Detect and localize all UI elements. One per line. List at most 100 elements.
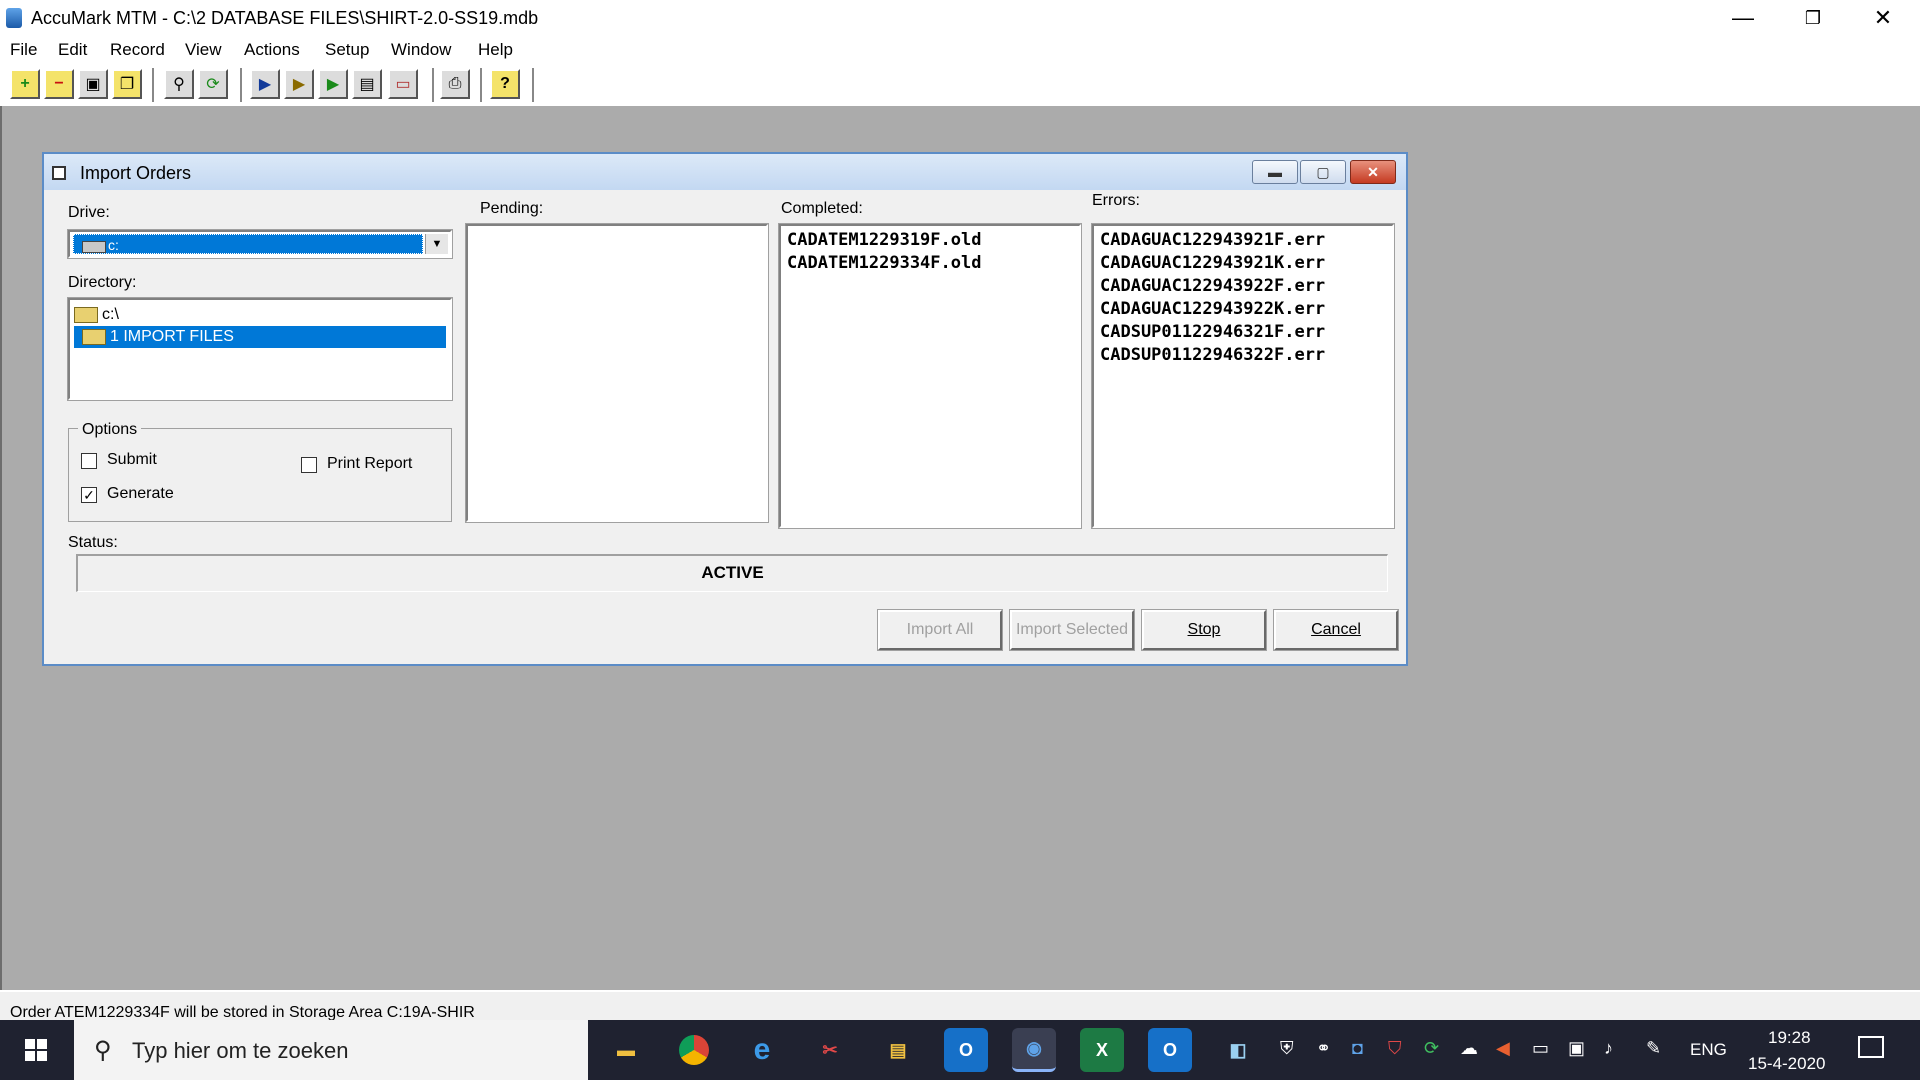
menu-help[interactable]: Help [478, 40, 513, 60]
list-item[interactable]: CADAGUAC122943922K.err [1100, 299, 1325, 319]
generate-checkbox[interactable]: ✓ [81, 487, 97, 503]
status-label: Status: [68, 534, 118, 551]
save-icon[interactable]: ▣ [78, 69, 108, 99]
delete-record-icon[interactable]: − [44, 69, 74, 99]
minimize-button[interactable]: — [1712, 0, 1774, 36]
refresh-icon[interactable]: ⟳ [198, 69, 228, 99]
pen-icon[interactable]: ✎ [1646, 1038, 1661, 1059]
network-icon[interactable]: ▣ [1568, 1038, 1585, 1059]
app-status-bar: Order ATEM1229334F will be stored in Sto… [0, 990, 1920, 1022]
import-selected-button[interactable]: Import Selected [1009, 609, 1135, 651]
play-icon[interactable]: ▶ [250, 69, 280, 99]
menu-setup[interactable]: Setup [325, 40, 369, 60]
close-button[interactable]: ✕ [1852, 0, 1914, 36]
help-icon[interactable]: ? [490, 69, 520, 99]
taskbar-search[interactable]: ⚲ Typ hier om te zoeken [74, 1020, 588, 1080]
completed-label: Completed: [781, 200, 863, 217]
dialog-title-bar[interactable]: Import Orders ▬ ▢ ✕ [44, 154, 1406, 190]
errors-label: Errors: [1092, 192, 1140, 209]
drive-value: c: [73, 234, 423, 254]
app-icon [6, 8, 22, 28]
volume-icon[interactable]: ♪ [1604, 1038, 1613, 1059]
cancel-button[interactable]: Cancel [1273, 609, 1399, 651]
import-all-button[interactable]: Import All [877, 609, 1003, 651]
print-report-label[interactable]: Print Report [327, 455, 412, 473]
search-icon: ⚲ [94, 1037, 112, 1064]
drive-label: Drive: [68, 204, 110, 221]
cloud-icon[interactable]: ☁ [1460, 1038, 1478, 1059]
menu-view[interactable]: View [185, 40, 222, 60]
errors-list[interactable]: CADAGUAC122943921F.err CADAGUAC122943921… [1091, 223, 1395, 529]
menu-actions[interactable]: Actions [244, 40, 300, 60]
submit-label[interactable]: Submit [107, 451, 157, 469]
windows-logo-icon [25, 1039, 47, 1061]
directory-list[interactable]: c:\ 1 IMPORT FILES [67, 297, 453, 401]
menu-bar: File Edit Record View Actions Setup Wind… [0, 36, 1920, 64]
pending-label: Pending: [480, 200, 544, 217]
toolbar-separator [532, 68, 534, 102]
outlook-icon[interactable]: O [944, 1028, 988, 1072]
file-explorer-icon[interactable]: ▬ [604, 1028, 648, 1072]
print-report-checkbox[interactable] [301, 457, 317, 473]
list-item[interactable]: CADSUP01122946322F.err [1100, 345, 1325, 365]
menu-window[interactable]: Window [391, 40, 451, 60]
start-button[interactable] [0, 1020, 72, 1080]
notes-app-icon[interactable]: ◧ [1216, 1028, 1260, 1072]
dialog-minimize-button[interactable]: ▬ [1252, 160, 1298, 184]
menu-file[interactable]: File [10, 40, 37, 60]
list-item[interactable]: CADAGUAC122943922F.err [1100, 276, 1325, 296]
directory-item-label: c:\ [102, 306, 119, 323]
run-icon[interactable]: ▶ [318, 69, 348, 99]
excel-icon[interactable]: X [1080, 1028, 1124, 1072]
list-item[interactable]: CADATEM1229319F.old [787, 230, 981, 250]
notification-icon[interactable] [1858, 1036, 1884, 1058]
shield-icon[interactable]: ⛨ [1280, 1038, 1294, 1059]
list-item[interactable]: CADAGUAC122943921F.err [1100, 230, 1325, 250]
internet-explorer-icon[interactable]: e [740, 1028, 784, 1072]
pending-list[interactable] [465, 223, 769, 523]
chrome-icon[interactable] [672, 1028, 716, 1072]
restore-button[interactable]: ❐ [1782, 0, 1844, 36]
outlook-tray-icon[interactable]: ◘ [1352, 1038, 1363, 1059]
copy-icon[interactable]: ❐ [112, 69, 142, 99]
toolbar: + − ▣ ❐ ⚲ ⟳ ▶ ▶ ▶ ▤ ▭ ⎙ ? [0, 64, 1920, 108]
preview-icon[interactable]: ▤ [352, 69, 382, 99]
add-record-icon[interactable]: + [10, 69, 40, 99]
dialog-maximize-button[interactable]: ▢ [1300, 160, 1346, 184]
list-item[interactable]: CADATEM1229334F.old [787, 253, 981, 273]
battery-icon[interactable]: ▭ [1532, 1038, 1549, 1059]
generate-label[interactable]: Generate [107, 485, 174, 503]
import-orders-dialog: Import Orders ▬ ▢ ✕ Drive: c: ▼ Director… [42, 152, 1408, 666]
speaker-muted-icon[interactable]: ◀ [1496, 1038, 1510, 1059]
clock-time[interactable]: 19:28 [1768, 1028, 1811, 1048]
directory-label: Directory: [68, 274, 137, 291]
submit-checkbox[interactable] [81, 453, 97, 469]
antivirus-icon[interactable]: ⛉ [1388, 1038, 1402, 1059]
language-indicator[interactable]: ENG [1690, 1040, 1727, 1060]
snipping-tool-icon[interactable]: ✂ [808, 1028, 852, 1072]
eraser-icon[interactable]: ▭ [388, 69, 418, 99]
options-legend: Options [78, 421, 142, 439]
accumark-icon[interactable]: ◉ [1012, 1028, 1056, 1072]
outlook-icon[interactable]: O [1148, 1028, 1192, 1072]
sync-icon[interactable]: ⟳ [1424, 1038, 1439, 1059]
stop-button[interactable]: Stop [1141, 609, 1267, 651]
directory-item-root[interactable]: c:\ [74, 304, 119, 326]
completed-list[interactable]: CADATEM1229319F.old CADATEM1229334F.old [778, 223, 1082, 529]
drive-select[interactable]: c: ▼ [67, 229, 453, 259]
chevron-down-icon[interactable]: ▼ [425, 234, 448, 254]
list-item[interactable]: CADAGUAC122943921K.err [1100, 253, 1325, 273]
directory-item-import-files[interactable]: 1 IMPORT FILES [74, 326, 446, 348]
taskbar: ⚲ Typ hier om te zoeken ▬ e ✂ ▤ O ◉ X O … [0, 1020, 1920, 1080]
print-icon[interactable]: ⎙ [440, 69, 470, 99]
step-icon[interactable]: ▶ [284, 69, 314, 99]
dialog-system-icon[interactable] [52, 166, 66, 180]
menu-edit[interactable]: Edit [58, 40, 87, 60]
dialog-close-button[interactable]: ✕ [1350, 160, 1396, 184]
menu-record[interactable]: Record [110, 40, 165, 60]
find-icon[interactable]: ⚲ [164, 69, 194, 99]
link-icon[interactable]: ⚭ [1316, 1038, 1331, 1059]
clock-date[interactable]: 15-4-2020 [1748, 1054, 1826, 1074]
list-item[interactable]: CADSUP01122946321F.err [1100, 322, 1325, 342]
file-manager-icon[interactable]: ▤ [876, 1028, 920, 1072]
